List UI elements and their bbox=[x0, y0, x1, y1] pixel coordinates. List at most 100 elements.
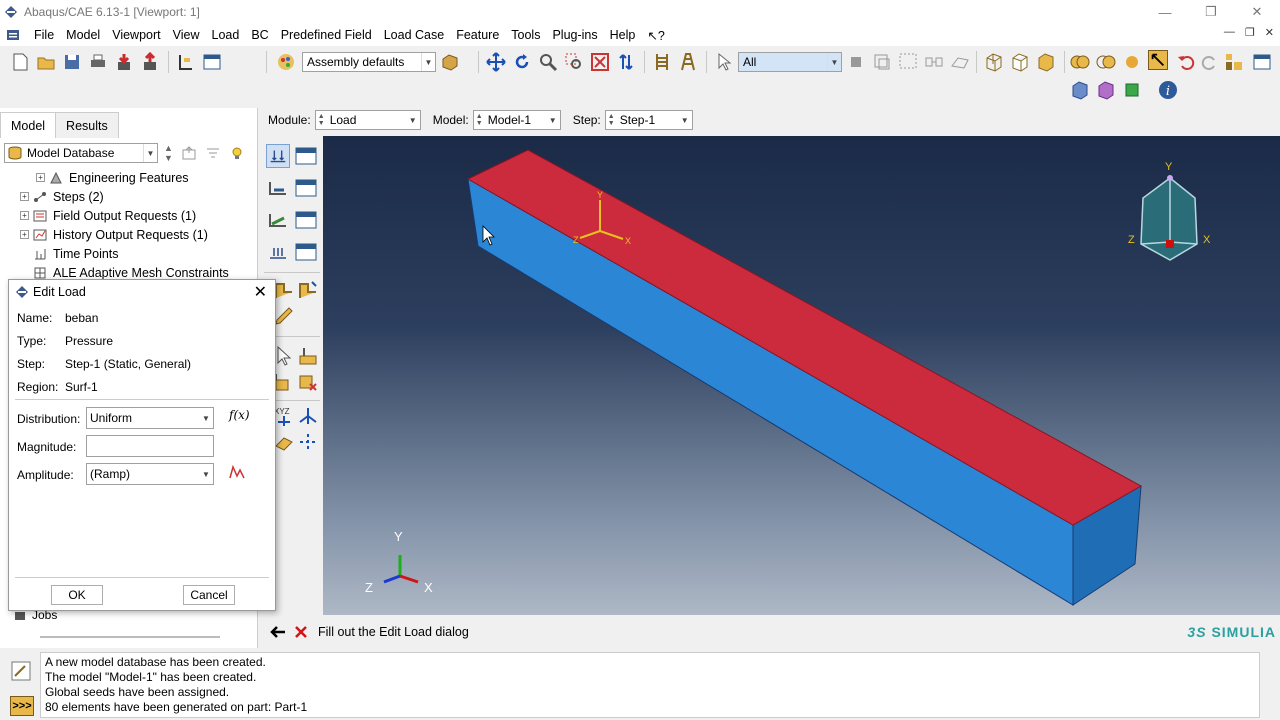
collapse-tree-icon[interactable] bbox=[181, 145, 197, 161]
expand-icon[interactable]: + bbox=[20, 192, 29, 201]
color-code-icon[interactable] bbox=[1096, 80, 1116, 100]
system-menu-icon[interactable] bbox=[6, 28, 20, 42]
viewport-canvas[interactable]: Y X Z Y X Z Y X Z bbox=[323, 136, 1280, 615]
tab-model[interactable]: Model bbox=[0, 112, 57, 138]
move-up-down-icon[interactable]: ▲ ▼ bbox=[164, 143, 173, 163]
hidden-lines-icon[interactable] bbox=[1010, 52, 1030, 72]
print-icon[interactable] bbox=[88, 52, 108, 72]
module-select[interactable]: ▲ ▼ Load ▼ bbox=[314, 110, 421, 130]
lightbulb-icon[interactable] bbox=[229, 145, 245, 161]
shaded-icon[interactable] bbox=[1036, 52, 1056, 72]
export-icon[interactable] bbox=[140, 52, 160, 72]
mdi-close-button[interactable]: ✕ bbox=[1265, 26, 1274, 39]
menu-view[interactable]: View bbox=[167, 28, 206, 42]
boolean-union-icon[interactable] bbox=[1070, 52, 1090, 72]
load-manager-icon[interactable] bbox=[294, 144, 318, 168]
create-bc-icon[interactable] bbox=[266, 176, 290, 200]
display-groups-icon[interactable] bbox=[1122, 80, 1142, 100]
expand-icon[interactable]: + bbox=[20, 230, 29, 239]
mdi-minimize-button[interactable]: — bbox=[1224, 26, 1235, 39]
tree-item-time-points[interactable]: Time Points bbox=[0, 244, 258, 263]
select-entities-icon[interactable] bbox=[872, 52, 892, 72]
create-predefined-field-icon[interactable] bbox=[266, 208, 290, 232]
cycle-views-icon[interactable] bbox=[616, 52, 636, 72]
table-icon[interactable] bbox=[202, 52, 222, 72]
distribution-select[interactable]: Uniform ▼ bbox=[86, 407, 214, 429]
tree-item-engineering-features[interactable]: + Engineering Features bbox=[0, 168, 258, 187]
select-nodes-icon[interactable] bbox=[924, 52, 944, 72]
tree-item-steps[interactable]: + Steps (2) bbox=[0, 187, 258, 206]
tab-results[interactable]: Results bbox=[55, 112, 119, 138]
cancel-button[interactable]: Cancel bbox=[183, 585, 235, 605]
load-case-manager-icon[interactable] bbox=[294, 240, 318, 264]
menu-model[interactable]: Model bbox=[60, 28, 106, 42]
new-file-icon[interactable] bbox=[10, 52, 30, 72]
create-load-icon[interactable] bbox=[266, 144, 290, 168]
mdi-restore-button[interactable]: ❐ bbox=[1245, 26, 1255, 39]
menu-bc[interactable]: BC bbox=[245, 28, 274, 42]
magnitude-input[interactable] bbox=[86, 435, 214, 457]
expand-icon[interactable]: + bbox=[20, 211, 29, 220]
select-surface-icon[interactable] bbox=[950, 52, 970, 72]
menu-viewport[interactable]: Viewport bbox=[106, 28, 166, 42]
message-tab-icon[interactable] bbox=[10, 660, 32, 682]
amplitude-manager-icon[interactable] bbox=[296, 278, 320, 302]
render-style-icon[interactable] bbox=[276, 52, 296, 72]
step-select[interactable]: ▲ ▼ Step-1 ▼ bbox=[604, 110, 693, 130]
tree-item-field-output[interactable]: + Field Output Requests (1) bbox=[0, 206, 258, 225]
menu-file[interactable]: File bbox=[28, 28, 60, 42]
menu-help[interactable]: Help bbox=[604, 28, 642, 42]
ok-button[interactable]: OK bbox=[51, 585, 103, 605]
amplitude-select[interactable]: (Ramp) ▼ bbox=[86, 463, 214, 485]
render-shading-icon[interactable] bbox=[440, 52, 460, 72]
menu-predefined-field[interactable]: Predefined Field bbox=[275, 28, 378, 42]
create-load-case-icon[interactable] bbox=[266, 240, 290, 264]
model-tree-icon[interactable] bbox=[176, 52, 196, 72]
field-manager-icon[interactable] bbox=[294, 208, 318, 232]
model-select[interactable]: ▲ ▼ Model-1 ▼ bbox=[472, 110, 561, 130]
python-console-tab[interactable]: >>> bbox=[10, 696, 34, 716]
menu-feature[interactable]: Feature bbox=[450, 28, 505, 42]
menu-load-case[interactable]: Load Case bbox=[378, 28, 450, 42]
select-arrow-icon[interactable] bbox=[714, 52, 734, 72]
dialog-title-bar[interactable]: Edit Load ✕ bbox=[9, 280, 275, 304]
filter-tree-icon[interactable] bbox=[205, 145, 221, 161]
function-button[interactable]: f(x) bbox=[229, 408, 250, 422]
auto-fit-icon[interactable] bbox=[590, 52, 610, 72]
horizontal-scrollbar[interactable] bbox=[40, 636, 220, 638]
datum-axes-icon[interactable] bbox=[296, 404, 320, 428]
partition-icon[interactable] bbox=[296, 370, 320, 394]
redo-icon[interactable] bbox=[1200, 52, 1220, 72]
drag-select-icon[interactable] bbox=[898, 52, 918, 72]
create-set-icon[interactable] bbox=[296, 344, 320, 368]
box-zoom-icon[interactable] bbox=[564, 52, 584, 72]
wireframe-icon[interactable] bbox=[984, 52, 1004, 72]
render-style-select[interactable]: Assembly defaults ▼ bbox=[302, 52, 436, 72]
sphere-icon[interactable] bbox=[1122, 52, 1142, 72]
bc-manager-icon[interactable] bbox=[294, 176, 318, 200]
expand-icon[interactable]: + bbox=[36, 173, 45, 182]
cancel-procedure-icon[interactable] bbox=[292, 623, 310, 641]
measure-icon[interactable] bbox=[678, 52, 698, 72]
open-folder-icon[interactable] bbox=[36, 52, 56, 72]
tree-item-history-output[interactable]: + History Output Requests (1) bbox=[0, 225, 258, 244]
pan-icon[interactable] bbox=[486, 52, 506, 72]
back-arrow-icon[interactable] bbox=[268, 622, 288, 642]
query-icon[interactable] bbox=[652, 52, 672, 72]
selection-options-icon[interactable] bbox=[846, 52, 866, 72]
menu-plug-ins[interactable]: Plug-ins bbox=[546, 28, 603, 42]
save-icon[interactable] bbox=[62, 52, 82, 72]
maximize-button[interactable]: ❐ bbox=[1188, 0, 1234, 24]
database-select[interactable]: Model Database ▼ bbox=[4, 143, 158, 163]
menu-load[interactable]: Load bbox=[206, 28, 246, 42]
views-manager-icon[interactable] bbox=[1224, 52, 1244, 72]
table-view-icon[interactable] bbox=[1252, 52, 1272, 72]
menu-tools[interactable]: Tools bbox=[505, 28, 546, 42]
mesh-display-icon[interactable] bbox=[1070, 80, 1090, 100]
selection-filter-select[interactable]: All ▼ bbox=[738, 52, 842, 72]
zoom-icon[interactable] bbox=[538, 52, 558, 72]
boolean-intersect-icon[interactable] bbox=[1096, 52, 1116, 72]
import-icon[interactable] bbox=[114, 52, 134, 72]
close-window-button[interactable]: ✕ bbox=[1234, 0, 1280, 24]
create-amplitude-icon[interactable] bbox=[227, 462, 247, 482]
